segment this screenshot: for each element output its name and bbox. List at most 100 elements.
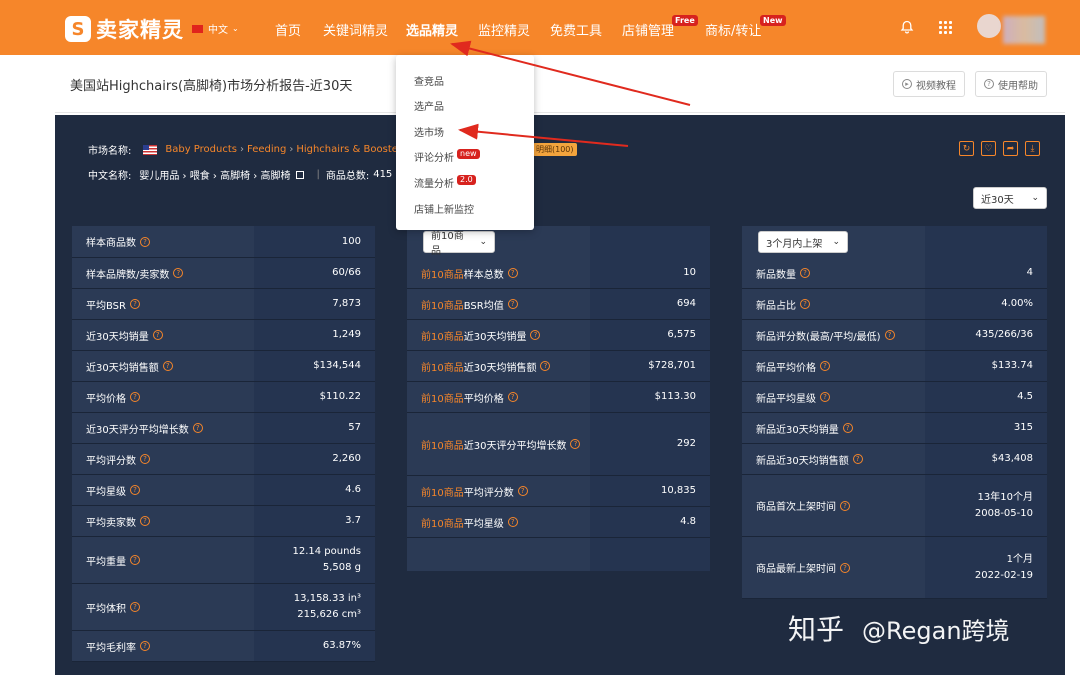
row-label: 新品平均价格? xyxy=(742,351,925,381)
help-button[interactable]: ? 使用帮助 xyxy=(975,71,1047,97)
table-row: 新品占比? 4.00% xyxy=(742,289,1047,320)
nav-store[interactable]: 店铺管理 xyxy=(622,20,674,39)
share-icon[interactable]: ➦ xyxy=(1003,141,1018,156)
video-tutorial-button[interactable]: ▸ 视频教程 xyxy=(893,71,965,97)
question-icon[interactable]: ? xyxy=(840,500,850,511)
language-selector[interactable]: 中文 ⌄ xyxy=(192,21,239,36)
table-row: 新品数量? 4 xyxy=(742,258,1047,289)
row-value: 3.7 xyxy=(254,506,375,536)
menu-item-competitors[interactable]: 查竞品 xyxy=(414,73,444,88)
menu-item-reviews[interactable]: 评论分析 new xyxy=(414,149,480,164)
question-icon[interactable]: ? xyxy=(507,392,518,402)
market-crumb-2[interactable]: Feeding xyxy=(247,144,286,155)
question-icon[interactable]: ? xyxy=(140,454,150,464)
question-icon[interactable]: ? xyxy=(800,268,810,278)
external-link-icon[interactable] xyxy=(296,170,305,179)
table-row: 前10商品 平均价格? $113.30 xyxy=(407,382,710,413)
question-icon[interactable]: ? xyxy=(152,330,163,340)
question-icon[interactable]: ? xyxy=(820,392,830,402)
nav-keywords[interactable]: 关键词精灵 xyxy=(323,20,388,39)
menu-item-store-monitor[interactable]: 店铺上新监控 xyxy=(414,201,474,216)
bell-icon[interactable] xyxy=(900,20,914,34)
username-blurred[interactable] xyxy=(1003,16,1045,44)
avatar[interactable] xyxy=(977,14,1001,38)
top10-select[interactable]: 前10商品 ⌄ xyxy=(423,231,495,257)
row-label-text: 平均重量 xyxy=(86,556,126,568)
question-icon[interactable]: ? xyxy=(507,517,518,527)
row-value: 100 xyxy=(254,226,375,257)
row-label: 前10商品 平均价格? xyxy=(407,382,590,412)
question-icon[interactable]: ? xyxy=(517,486,528,496)
nav-home[interactable]: 首页 xyxy=(275,20,301,39)
row-value: $134,544 xyxy=(254,351,375,381)
row-label: 新品平均星级? xyxy=(742,382,925,412)
menu-item-traffic[interactable]: 流量分析 2.0 xyxy=(414,175,476,190)
question-icon[interactable]: ? xyxy=(540,361,551,371)
row-value: 4 xyxy=(925,258,1047,288)
question-icon[interactable]: ? xyxy=(507,299,518,309)
row-label: 前10商品 平均星级? xyxy=(407,507,590,537)
chevron-down-icon: ⌄ xyxy=(479,237,487,247)
row-label-text: 新品近30天均销量 xyxy=(756,424,839,436)
menu-item-market[interactable]: 选市场 xyxy=(414,124,444,139)
row-label: 新品近30天均销量? xyxy=(742,413,925,443)
download-icon[interactable]: ⤓ xyxy=(1025,141,1040,156)
table-row: 新品近30天均销量? 315 xyxy=(742,413,1047,444)
row-value: 1,249 xyxy=(254,320,375,350)
detail-tag[interactable]: 明细(100) xyxy=(533,143,577,156)
question-icon[interactable]: ? xyxy=(140,236,150,247)
menu-item-products[interactable]: 选产品 xyxy=(414,98,444,113)
logo[interactable]: S 卖家精灵 xyxy=(65,14,184,44)
question-icon[interactable]: ? xyxy=(140,516,150,526)
crumb-separator: › xyxy=(289,144,294,155)
table-row: 平均毛利率? 63.87% xyxy=(72,631,375,662)
question-icon[interactable]: ? xyxy=(852,454,863,464)
page-title: 美国站Highchairs(高脚椅)市场分析报告-近30天 xyxy=(70,79,353,94)
table-row: 商品首次上架时间? 13年10个月 2008-05-10 xyxy=(742,475,1047,537)
nav-monitor[interactable]: 监控精灵 xyxy=(478,20,530,39)
nav-free-tools[interactable]: 免费工具 xyxy=(550,20,602,39)
question-icon[interactable]: ? xyxy=(129,299,140,309)
question-icon[interactable]: ? xyxy=(530,330,541,340)
question-icon[interactable]: ? xyxy=(173,268,184,278)
question-icon[interactable]: ? xyxy=(820,361,830,371)
question-icon[interactable]: ? xyxy=(130,602,140,612)
nav-brand[interactable]: 商标/转让 xyxy=(705,20,761,39)
question-icon[interactable]: ? xyxy=(130,485,140,495)
row-label-prefix: 前10商品 xyxy=(421,269,464,281)
question-icon[interactable]: ? xyxy=(840,562,850,573)
question-icon[interactable]: ? xyxy=(884,330,895,340)
market-crumb-3[interactable]: Highchairs & Booster xyxy=(296,144,402,155)
market-crumb-1[interactable]: Baby Products xyxy=(165,144,237,155)
table-row: 平均体积? 13,158.33 in³ 215,626 cm³ xyxy=(72,584,375,631)
row-value: 4.8 xyxy=(590,507,710,537)
question-icon[interactable]: ? xyxy=(570,439,581,449)
row-label-text: 新品平均价格 xyxy=(756,362,816,374)
refresh-icon[interactable]: ↻ xyxy=(959,141,974,156)
question-icon[interactable]: ? xyxy=(130,392,140,402)
row-label-prefix: 前10商品 xyxy=(421,518,464,530)
heart-icon[interactable]: ♡ xyxy=(981,141,996,156)
apps-grid-icon[interactable] xyxy=(939,21,952,34)
question-icon[interactable]: ? xyxy=(140,641,150,651)
china-flag-icon xyxy=(192,24,203,33)
table-row: 前10商品 近30天评分平均增长数? 292 xyxy=(407,413,710,476)
row-label-text: 近30天评分平均增长数 xyxy=(86,424,189,436)
question-icon[interactable]: ? xyxy=(130,555,140,565)
question-icon[interactable]: ? xyxy=(842,423,853,433)
question-icon[interactable]: ? xyxy=(507,268,518,278)
question-icon[interactable]: ? xyxy=(162,361,173,371)
row-label: 近30天均销售额? xyxy=(72,351,254,381)
nav-product[interactable]: 选品精灵 xyxy=(406,20,458,39)
row-value: 57 xyxy=(254,413,375,443)
row-label: 新品数量? xyxy=(742,258,925,288)
table-row: 前10商品 BSR均值? 694 xyxy=(407,289,710,320)
row-label: 新品近30天均销售额? xyxy=(742,444,925,474)
question-icon[interactable]: ? xyxy=(192,423,203,433)
chevron-down-icon: ⌄ xyxy=(232,24,239,33)
question-icon[interactable]: ? xyxy=(800,299,810,309)
row-label: 前10商品 样本总数? xyxy=(407,258,590,288)
period-select[interactable]: 近30天 ⌄ xyxy=(973,187,1047,209)
new-products-select[interactable]: 3个月内上架 ⌄ xyxy=(758,231,848,253)
market-label: 市场名称: xyxy=(88,146,132,157)
